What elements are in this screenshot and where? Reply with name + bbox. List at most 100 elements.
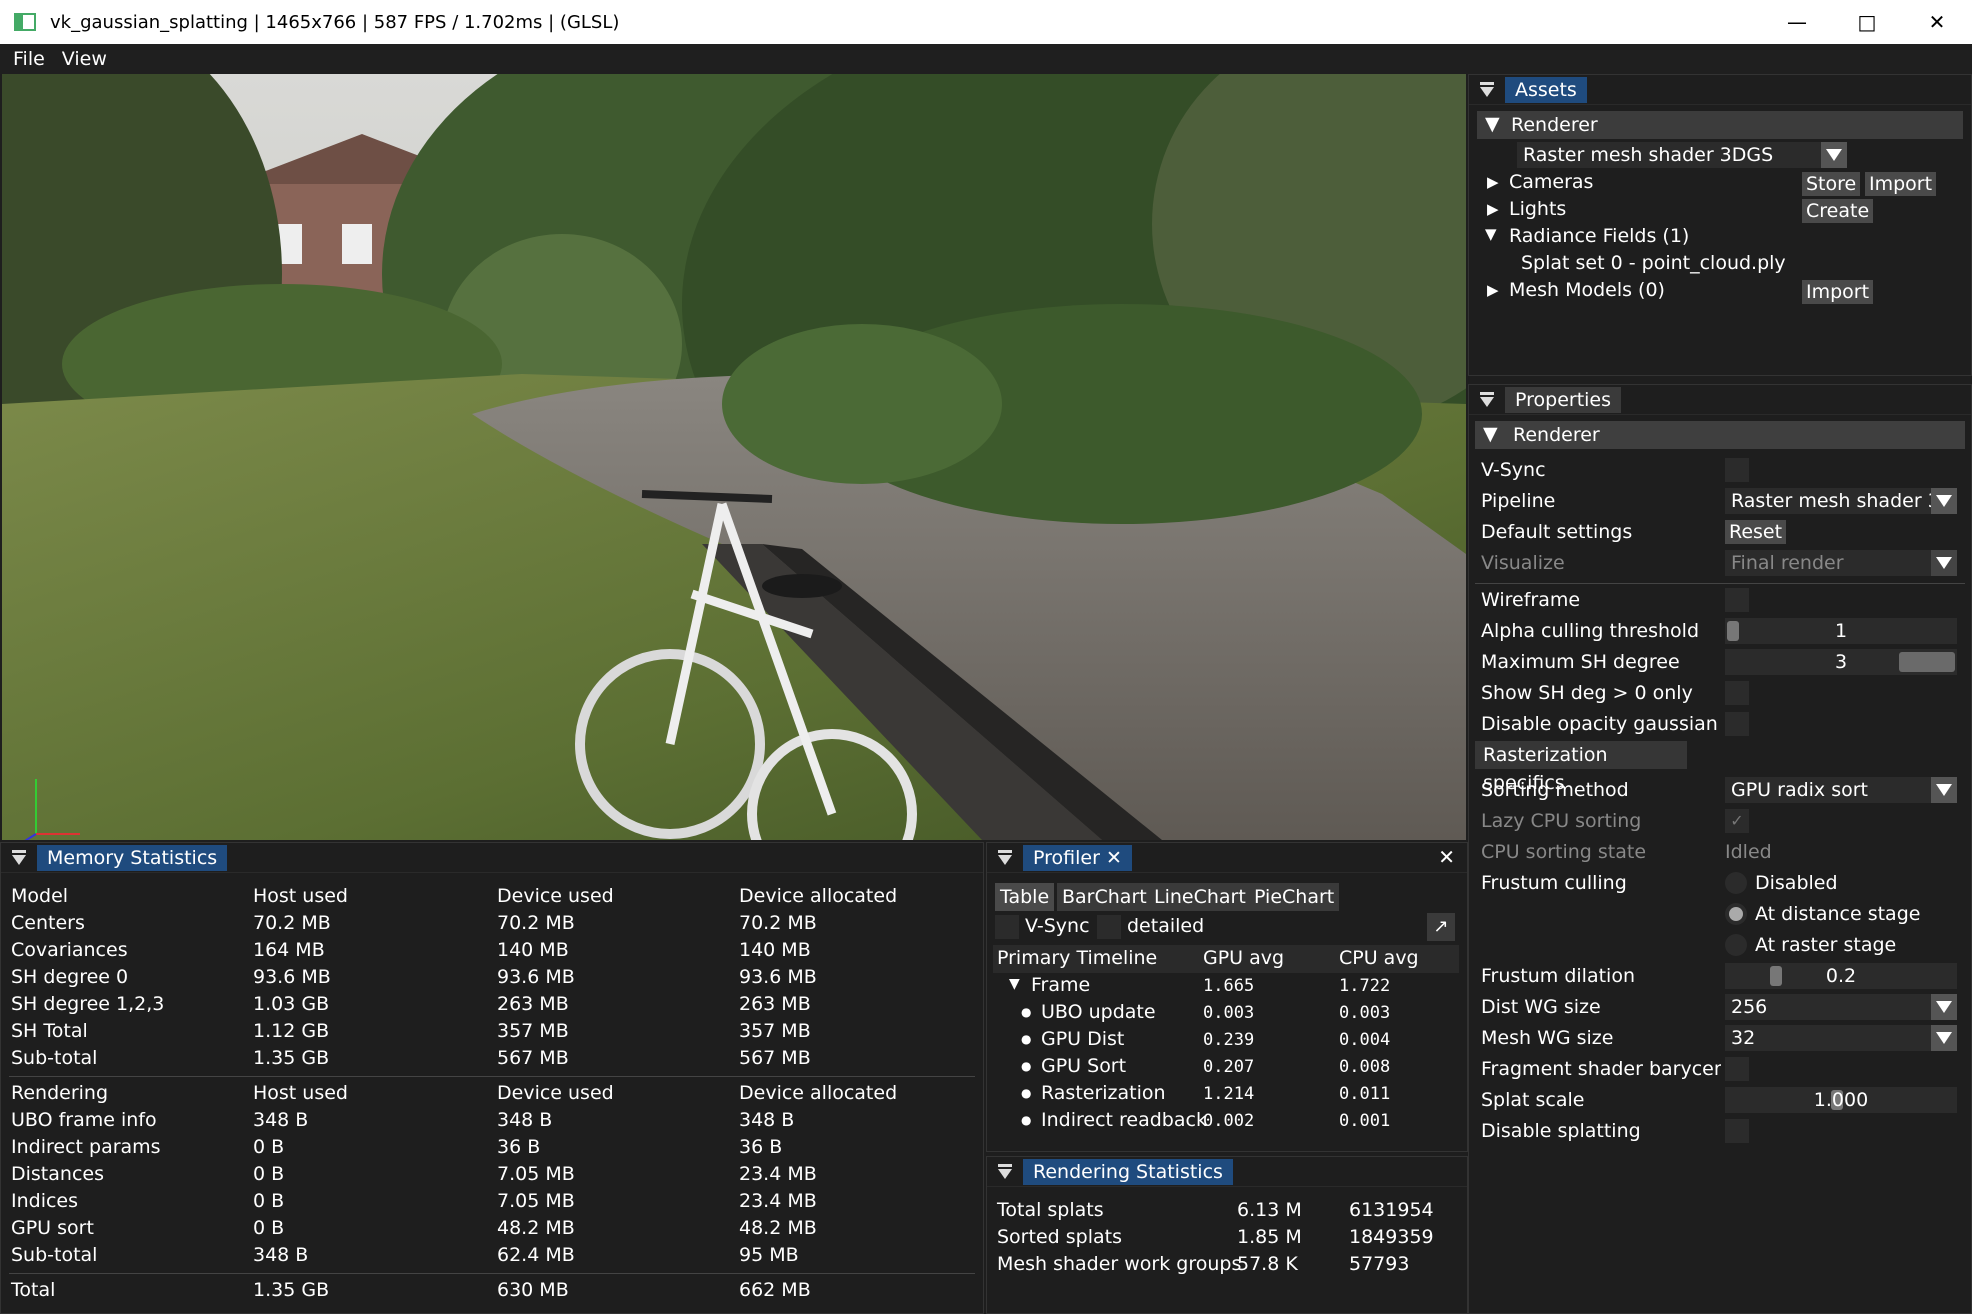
memory-statistics-tab[interactable]: Memory Statistics (37, 844, 228, 871)
profiler-tab-table[interactable]: Table (995, 883, 1055, 911)
assets-tab[interactable]: Assets (1505, 76, 1587, 103)
profiler-row-cell: 1.214 (1203, 1084, 1255, 1104)
slider-grab[interactable] (1727, 621, 1739, 641)
render-viewport[interactable] (2, 74, 1466, 840)
table-cell: SH degree 0 (11, 966, 129, 988)
cameras-expand-icon[interactable]: ▶ (1487, 173, 1499, 191)
create-light-button[interactable]: Create (1802, 199, 1874, 223)
lights-expand-icon[interactable]: ▶ (1487, 200, 1499, 218)
frustum-dilation-slider[interactable]: 0.2 (1725, 963, 1957, 989)
mesh-wg-select[interactable]: 32 (1725, 1025, 1957, 1051)
memory-total-cell: Total (11, 1279, 56, 1301)
profiler-vsync-checkbox[interactable] (995, 915, 1019, 939)
memory-total-cell: 1.35 GB (253, 1279, 330, 1301)
show-sh-label: Show SH deg > 0 only (1481, 682, 1693, 704)
rasterization-section-header[interactable]: Rasterization specifics (1475, 741, 1687, 794)
splat-scale-slider[interactable]: 1.000 (1725, 1087, 1957, 1113)
profiler-tab-piechart[interactable]: PieChart (1249, 883, 1340, 911)
radiance-fields-tree-node[interactable]: Radiance Fields (1) (1509, 225, 1689, 247)
profiler-tab-linechart[interactable]: LineChart (1149, 883, 1251, 911)
culling-radio-distance[interactable] (1725, 903, 1747, 925)
panel-menu-icon[interactable] (1479, 81, 1495, 98)
mesh-expand-icon[interactable]: ▶ (1487, 281, 1499, 299)
import-mesh-button[interactable]: Import (1802, 280, 1874, 304)
menu-view[interactable]: View (62, 48, 107, 70)
wireframe-label: Wireframe (1481, 589, 1581, 611)
panel-menu-icon[interactable] (997, 849, 1013, 866)
table-cell: Distances (11, 1163, 104, 1185)
frustum-dilation-label: Frustum dilation (1481, 965, 1635, 987)
wireframe-checkbox[interactable] (1725, 588, 1749, 612)
pipeline-select[interactable]: Raster mesh shader 3DGS (1725, 488, 1957, 514)
renderer-expand-icon[interactable]: ▼ (1485, 113, 1500, 135)
menu-file[interactable]: File (13, 48, 45, 70)
culling-radio-raster[interactable] (1725, 934, 1747, 956)
profiler-detailed-label: detailed (1127, 915, 1205, 937)
lights-tree-node[interactable]: Lights (1509, 198, 1566, 220)
culling-option-distance[interactable]: At distance stage (1755, 903, 1920, 925)
profiler-tab-barchart[interactable]: BarChart (1057, 883, 1152, 911)
alpha-culling-slider[interactable]: 1 (1725, 618, 1957, 644)
store-camera-button[interactable]: Store (1802, 172, 1861, 196)
rstats-cell: 1.85 M (1237, 1226, 1302, 1248)
table-cell: 93.6 MB (497, 966, 575, 988)
chevron-down-icon (1931, 777, 1957, 803)
culling-radio-disabled[interactable] (1725, 872, 1747, 894)
chevron-down-icon (1931, 1025, 1957, 1051)
chevron-down-icon (1931, 550, 1957, 576)
table-cell: 70.2 MB (739, 912, 817, 934)
table-cell: UBO frame info (11, 1109, 157, 1131)
table-cell: 93.6 MB (739, 966, 817, 988)
export-icon[interactable]: ↗ (1427, 913, 1455, 941)
minimize-button[interactable]: — (1762, 0, 1832, 44)
maximize-button[interactable]: □ (1832, 0, 1902, 44)
profiler-frame-cell: 1.665 (1203, 976, 1255, 996)
table-cell: Sub-total (11, 1244, 98, 1266)
disable-splatting-checkbox[interactable] (1725, 1119, 1749, 1143)
culling-option-disabled[interactable]: Disabled (1755, 872, 1838, 894)
slider-grab[interactable] (1770, 966, 1783, 986)
park-scene-image (2, 74, 1466, 840)
lazy-cpu-label: Lazy CPU sorting (1481, 810, 1642, 832)
culling-option-raster[interactable]: At raster stage (1755, 934, 1896, 956)
slider-grab[interactable] (1899, 652, 1955, 672)
panel-menu-icon[interactable] (997, 1163, 1013, 1180)
sorting-method-select[interactable]: GPU radix sort (1725, 777, 1957, 803)
show-sh-checkbox[interactable] (1725, 681, 1749, 705)
panel-menu-icon[interactable] (1479, 391, 1495, 408)
splat-set-item[interactable]: Splat set 0 - point_cloud.ply (1521, 252, 1786, 274)
max-sh-degree-slider[interactable]: 3 (1725, 649, 1957, 675)
frame-collapse-icon[interactable]: ▼ (1009, 976, 1020, 992)
profiler-row-cell: GPU Dist (1041, 1028, 1125, 1050)
memory-column-header: Rendering (11, 1082, 109, 1104)
close-icon[interactable]: ✕ (1106, 847, 1122, 869)
profiler-tab[interactable]: Profiler ✕ (1023, 844, 1132, 871)
cameras-tree-node[interactable]: Cameras (1509, 171, 1593, 193)
close-panel-icon[interactable]: ✕ (1438, 845, 1455, 869)
table-cell: 0 B (253, 1136, 285, 1158)
memory-column-header: Model (11, 885, 69, 907)
close-button[interactable]: ✕ (1902, 0, 1972, 44)
profiler-frame-cell[interactable]: Frame (1031, 974, 1090, 996)
profiler-detailed-checkbox[interactable] (1097, 915, 1121, 939)
renderer-section-header[interactable]: Renderer (1475, 421, 1965, 449)
rstats-cell: 1849359 (1349, 1226, 1434, 1248)
radiance-expand-icon[interactable]: ▼ (1485, 225, 1497, 243)
reset-button[interactable]: Reset (1725, 520, 1787, 544)
import-camera-button[interactable]: Import (1865, 172, 1937, 196)
renderer-tree-node[interactable]: Renderer (1477, 111, 1963, 139)
mesh-models-tree-node[interactable]: Mesh Models (0) (1509, 279, 1665, 301)
rendering-statistics-panel: Rendering Statistics Total splats 6.13 M 6… (986, 1156, 1468, 1314)
renderer-collapse-icon[interactable]: ▼ (1483, 423, 1498, 445)
properties-tab[interactable]: Properties (1505, 386, 1622, 413)
lazy-cpu-checkbox: ✓ (1725, 809, 1749, 833)
vsync-checkbox[interactable] (1725, 458, 1749, 482)
rendering-statistics-tab[interactable]: Rendering Statistics (1023, 1158, 1233, 1185)
renderer-select[interactable]: Raster mesh shader 3DGS (1517, 142, 1847, 168)
assets-header: Assets (1469, 75, 1971, 105)
fragment-barycentric-checkbox[interactable] (1725, 1057, 1749, 1081)
dist-wg-select[interactable]: 256 (1725, 994, 1957, 1020)
panel-menu-icon[interactable] (11, 849, 27, 866)
disable-opacity-checkbox[interactable] (1725, 712, 1749, 736)
profiler-column-header: GPU avg (1203, 947, 1285, 969)
